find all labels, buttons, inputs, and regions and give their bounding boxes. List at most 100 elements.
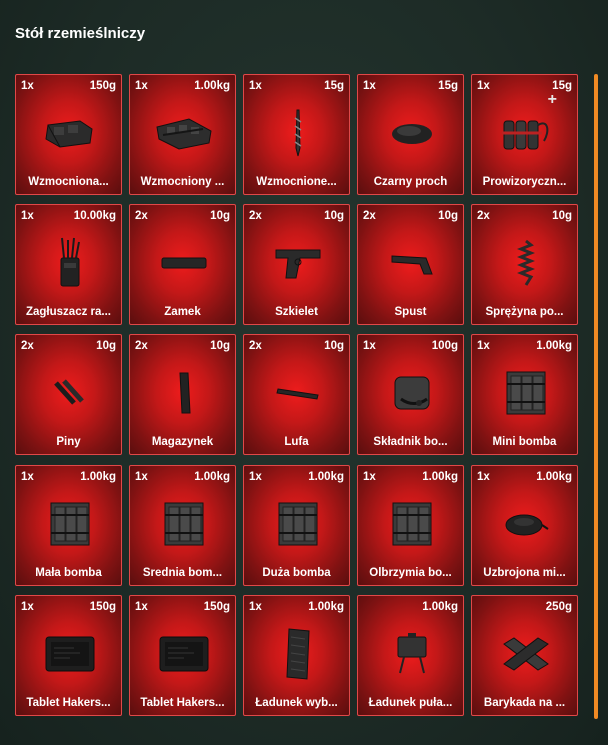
item-weight: 150g [89,80,116,92]
item-slot[interactable]: 1x 1.00kg Olbrzymia bo... [357,465,464,586]
item-quantity: 1x [363,340,376,352]
plus-icon: + [547,91,557,108]
item-name: Wzmocniony ... [140,176,225,188]
item-quantity: 2x [477,210,490,222]
item-slot[interactable]: 1x 1.00kg Ładunek wyb... [243,595,350,716]
scrollbar[interactable] [594,74,598,719]
item-name: Zamek [164,306,201,318]
item-name: Wzmocnione... [256,176,337,188]
item-quantity: 2x [249,340,262,352]
item-slot[interactable]: 250g Barykada na ... [471,595,578,716]
item-weight: 1.00kg [308,601,344,613]
item-slot[interactable]: 2x 10g Spust [357,204,464,325]
item-weight: 1.00kg [80,471,116,483]
item-slot[interactable]: 2x 10g Lufa [243,334,350,455]
item-slot[interactable]: 1x 15g Czarny proch [357,74,464,195]
item-name: Ładunek wyb... [255,697,338,709]
item-name: Barykada na ... [483,697,566,709]
bomb-component-icon [358,357,463,429]
explosive-charge-icon [244,618,349,690]
item-name: Wzmocniona... [28,176,109,188]
c4-bomb-icon [16,488,121,560]
item-weight: 10g [96,340,116,352]
improvised-bomb-icon [472,97,577,169]
item-weight: 10g [438,210,458,222]
item-quantity: 2x [363,210,376,222]
item-slot[interactable]: 1x 150g Tablet Hakers... [129,595,236,716]
claymore-icon [358,618,463,690]
item-weight: 15g [438,80,458,92]
item-slot[interactable]: 2x 10g Sprężyna po... [471,204,578,325]
item-slot[interactable]: 2x 10g Szkielet [243,204,350,325]
item-weight: 10g [552,210,572,222]
panel-title: Stół rzemieślniczy [15,25,146,42]
item-name: Lufa [284,436,309,448]
item-quantity: 1x [477,340,490,352]
item-slot[interactable]: 1x 100g Składnik bo... [357,334,464,455]
spring-icon [472,227,577,299]
item-weight: 1.00kg [536,340,572,352]
item-slot[interactable]: 2x 10g Zamek [129,204,236,325]
item-name: Średnia bom... [142,567,223,579]
tablet-icon [16,618,121,690]
item-name: Składnik bo... [373,436,448,448]
gunpowder-icon [358,97,463,169]
item-name: Szkielet [275,306,318,318]
item-slot[interactable]: 1x 1.00kg Duża bomba [243,465,350,586]
item-quantity: 1x [135,80,148,92]
item-name: Czarny proch [373,176,448,188]
item-grid: 1x 150g Wzmocniona... 1x 1.00kg Wzmocniony ..… [15,74,585,719]
landmine-icon [472,488,577,560]
item-slot[interactable]: 2x 10g Magazynek [129,334,236,455]
item-quantity: 1x [477,471,490,483]
slide-icon [130,227,235,299]
item-quantity: 1x [135,601,148,613]
armor-vest-icon [130,97,235,169]
item-quantity: 1x [363,80,376,92]
item-slot[interactable]: 1x 1.00kg Wzmocniony ... [129,74,236,195]
item-slot[interactable]: 2x 10g Piny [15,334,122,455]
c4-bomb-icon [244,488,349,560]
item-weight: 100g [431,340,458,352]
item-quantity: 1x [21,80,34,92]
item-weight: 10g [210,340,230,352]
c4-bomb-icon [472,357,577,429]
item-weight: 1.00kg [422,601,458,613]
item-weight: 1.00kg [194,471,230,483]
item-slot[interactable]: 1x 1.00kg Mała bomba [15,465,122,586]
pistol-frame-icon [244,227,349,299]
item-weight: 10g [210,210,230,222]
item-weight: 1.00kg [422,471,458,483]
item-slot[interactable]: 1x 150g Tablet Hakers... [15,595,122,716]
drill-bit-icon [244,97,349,169]
item-slot[interactable]: 1x 1.00kg Mini bomba [471,334,578,455]
item-slot[interactable]: 1x 1.00kg Średnia bom... [129,465,236,586]
item-quantity: 1x [249,471,262,483]
item-weight: 1.00kg [536,471,572,483]
item-quantity: 1x [363,471,376,483]
item-slot[interactable]: 1x 150g Wzmocniona... [15,74,122,195]
item-quantity: 2x [21,340,34,352]
barricade-icon [472,618,577,690]
item-slot[interactable]: 1x 15g + Prowizoryczn... [471,74,578,195]
item-name: Prowizoryczn... [482,176,567,188]
item-quantity: 2x [135,210,148,222]
armor-plate-icon [16,97,121,169]
barrel-icon [244,357,349,429]
item-slot[interactable]: 1.00kg Ładunek puła... [357,595,464,716]
item-weight: 150g [89,601,116,613]
trigger-icon [358,227,463,299]
item-slot[interactable]: 1x 1.00kg Uzbrojona mi... [471,465,578,586]
item-slot[interactable]: 1x 10.00kg Zagłuszacz ra... [15,204,122,325]
item-name: Duża bomba [262,567,331,579]
item-slot[interactable]: 1x 15g Wzmocnione... [243,74,350,195]
item-name: Mini bomba [492,436,557,448]
item-weight: 10g [324,210,344,222]
item-quantity: 1x [249,601,262,613]
item-name: Mała bomba [35,567,102,579]
item-weight: 250g [545,601,572,613]
item-weight: 15g [324,80,344,92]
item-quantity: 2x [249,210,262,222]
item-quantity: 1x [477,80,490,92]
pins-icon [16,357,121,429]
